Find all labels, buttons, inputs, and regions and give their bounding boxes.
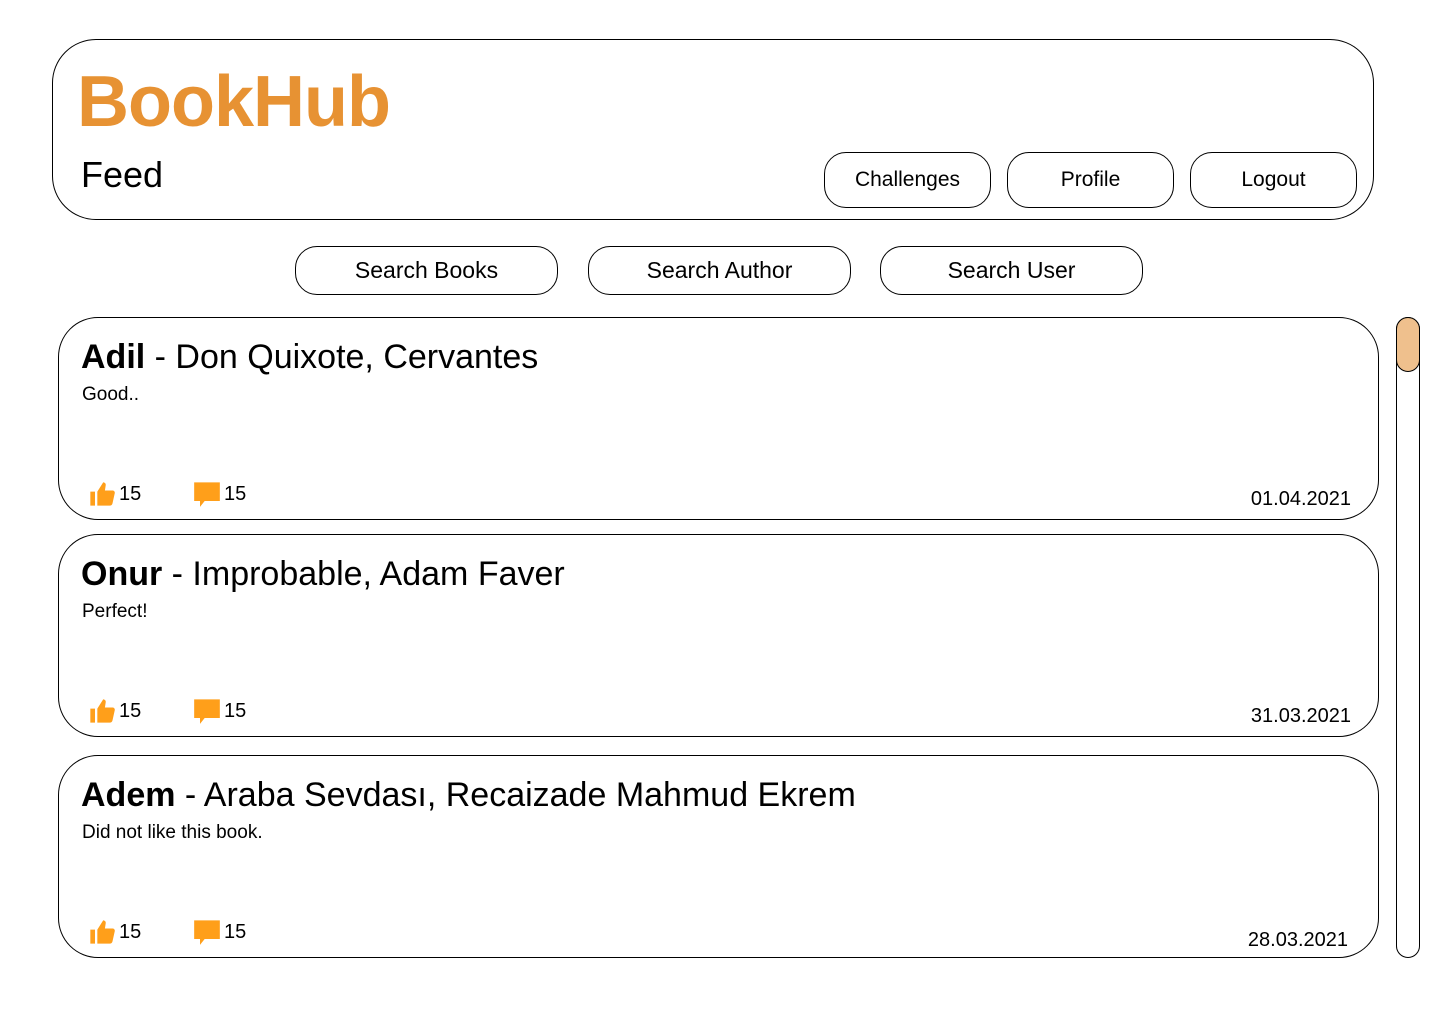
comment-icon <box>194 920 220 945</box>
comment-count: 15 <box>224 920 247 943</box>
like-button[interactable]: 15 <box>88 697 141 725</box>
like-count: 15 <box>119 920 142 943</box>
feed-post[interactable]: Adil - Don Quixote, Cervantes Good.. 15 … <box>58 317 1379 520</box>
post-username[interactable]: Adem <box>81 776 175 814</box>
post-date: 31.03.2021 <box>1250 705 1351 727</box>
post-text: Good.. <box>82 384 140 405</box>
post-text: Did not like this book. <box>82 822 263 843</box>
post-username[interactable]: Adil <box>81 338 145 376</box>
post-date: 28.03.2021 <box>1247 929 1348 951</box>
post-book[interactable]: - Don Quixote, Cervantes <box>145 338 539 376</box>
post-date: 01.04.2021 <box>1250 488 1351 510</box>
post-text: Perfect! <box>82 601 148 622</box>
like-button[interactable]: 15 <box>88 918 141 946</box>
comment-button[interactable]: 15 <box>193 697 246 725</box>
comment-icon <box>194 699 220 724</box>
search-author-button[interactable]: Search Author <box>588 246 851 295</box>
like-count: 15 <box>119 482 142 505</box>
like-count: 15 <box>119 699 142 722</box>
logout-button[interactable]: Logout <box>1190 152 1357 208</box>
comment-count: 15 <box>224 699 247 722</box>
comment-icon <box>194 482 220 507</box>
feed-post[interactable]: Adem - Araba Sevdası, Recaizade Mahmud E… <box>58 755 1379 958</box>
app-header: BookHub Feed Challenges Profile Logout <box>52 39 1374 220</box>
page-title: Feed <box>81 154 164 195</box>
feed-scrollbar[interactable] <box>1396 317 1420 958</box>
thumbs-up-icon <box>90 699 115 723</box>
profile-button[interactable]: Profile <box>1007 152 1174 208</box>
post-heading: Adil - Don Quixote, Cervantes <box>81 336 538 378</box>
search-user-button[interactable]: Search User <box>880 246 1143 295</box>
post-username[interactable]: Onur <box>81 555 162 593</box>
post-heading: Onur - Improbable, Adam Faver <box>81 553 565 595</box>
feed-post[interactable]: Onur - Improbable, Adam Faver Perfect! 1… <box>58 534 1379 737</box>
search-books-button[interactable]: Search Books <box>295 246 558 295</box>
comment-button[interactable]: 15 <box>193 918 246 946</box>
comment-count: 15 <box>224 482 247 505</box>
thumbs-up-icon <box>90 920 115 944</box>
like-button[interactable]: 15 <box>88 480 141 508</box>
post-book[interactable]: - Improbable, Adam Faver <box>162 555 565 593</box>
thumbs-up-icon <box>90 482 115 506</box>
brand-logo[interactable]: BookHub <box>77 62 391 142</box>
post-heading: Adem - Araba Sevdası, Recaizade Mahmud E… <box>81 774 856 816</box>
comment-button[interactable]: 15 <box>193 480 246 508</box>
scrollbar-thumb[interactable] <box>1396 317 1420 372</box>
challenges-button[interactable]: Challenges <box>824 152 991 208</box>
post-book[interactable]: - Araba Sevdası, Recaizade Mahmud Ekrem <box>175 776 856 814</box>
